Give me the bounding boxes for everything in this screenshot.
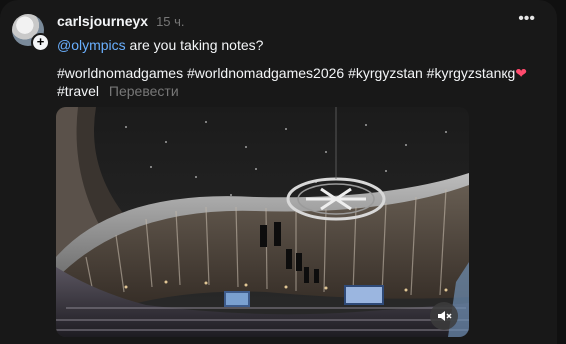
speaker-muted-glyph — [438, 311, 452, 321]
hashtag-line: #worldnomadgames #worldnomadgames2026 #k… — [57, 65, 527, 82]
heart-emoji: ❤ — [515, 65, 528, 81]
post-card: + carlsjourneyx 15 ч. ••• @olympics are … — [0, 0, 557, 344]
stadium-image — [56, 107, 469, 337]
username[interactable]: carlsjourneyx — [57, 13, 148, 29]
follow-plus-icon[interactable]: + — [31, 33, 50, 52]
mention-link[interactable]: @olympics — [57, 37, 126, 53]
post-video[interactable] — [56, 107, 469, 337]
hashtag-link[interactable]: #kyrgyzstanкg — [427, 65, 516, 81]
speaker-muted-icon[interactable] — [430, 302, 458, 330]
hashtag-line-2: #travel Перевести — [57, 83, 179, 99]
hashtag-link[interactable]: #worldnomadgames2026 — [187, 65, 344, 81]
scrollbar[interactable] — [557, 0, 566, 344]
hashtag-link[interactable]: #worldnomadgames — [57, 65, 183, 81]
post-body: are you taking notes? — [125, 37, 264, 53]
post-header: carlsjourneyx 15 ч. — [57, 13, 185, 29]
hashtag-link[interactable]: #kyrgyzstan — [348, 65, 423, 81]
post-text: @olympics are you taking notes? — [57, 37, 263, 53]
translate-link[interactable]: Перевести — [109, 83, 179, 99]
hashtag-link[interactable]: #travel — [57, 83, 99, 99]
more-horizontal-icon[interactable]: ••• — [518, 10, 535, 28]
post-time: 15 ч. — [156, 14, 185, 29]
